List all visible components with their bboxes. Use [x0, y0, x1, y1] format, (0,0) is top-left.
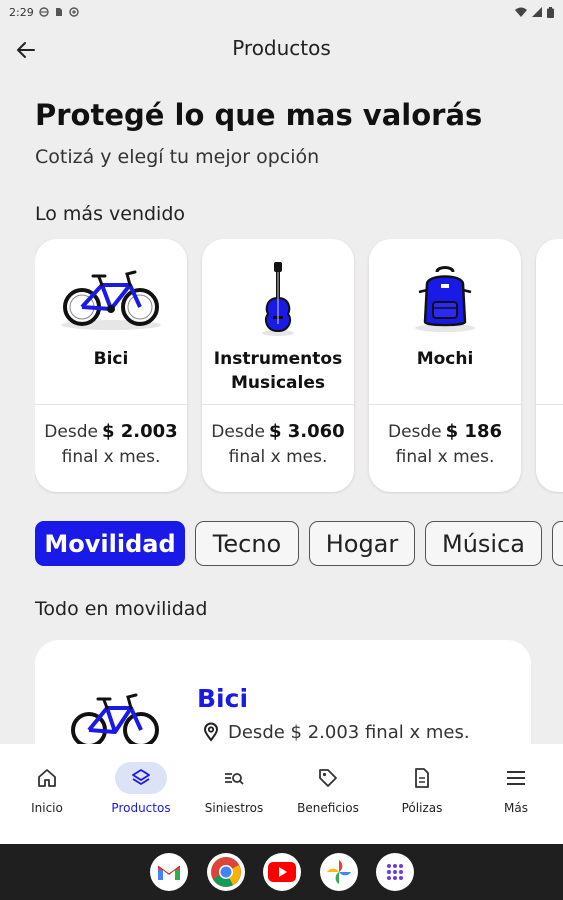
product-card-name: Mochi: [416, 349, 474, 369]
product-card-period: final x mes.: [228, 447, 328, 467]
chip-musica[interactable]: Música: [425, 521, 542, 566]
product-card-name: Bici: [93, 349, 129, 369]
product-card-instrumentos[interactable]: Instrumentos Musicales Desde $ 3.060 fina…: [202, 239, 354, 492]
chip-movilidad[interactable]: Movilidad: [35, 521, 185, 566]
chip-tecno[interactable]: Tecno: [195, 521, 299, 566]
status-time: 2:29: [9, 5, 34, 19]
product-card-price: Desde $ 2.003: [44, 421, 178, 442]
best-sellers-carousel[interactable]: Bici Desde $ 2.003 final x mes. Instrumen…: [35, 239, 563, 494]
vpn-icon: [69, 7, 79, 17]
card-divider: [536, 404, 563, 405]
location-pin-icon: [203, 722, 219, 742]
chrome-icon[interactable]: [207, 853, 245, 891]
list-item-price: Desde $ 2.003 final x mes.: [228, 722, 470, 743]
search-list-icon: [225, 773, 244, 785]
nav-item-label: Pólizas: [401, 801, 443, 815]
nav-item-label: Siniestros: [204, 801, 264, 815]
best-sellers-title: Lo más vendido: [35, 203, 186, 225]
photos-icon[interactable]: [320, 853, 358, 891]
product-card-name: Instrumentos Musicales: [213, 349, 343, 393]
list-item-name: Bici: [197, 684, 249, 713]
guitar-icon: [262, 262, 294, 336]
product-card-period: final x mes.: [61, 447, 161, 467]
tag-icon: [319, 769, 337, 787]
card-divider: [369, 404, 521, 405]
nav-item-label: Más: [504, 801, 528, 815]
sync-icon: [39, 7, 49, 17]
product-card-price: Desde $ 3.060: [211, 421, 345, 442]
nav-item-label: Productos: [111, 801, 171, 815]
wifi-icon: [515, 7, 527, 17]
nav-item-mas[interactable]: Más: [472, 762, 560, 822]
app-drawer-icon[interactable]: [376, 853, 414, 891]
nav-item-inicio[interactable]: Inicio: [3, 762, 91, 822]
nav-item-label: Beneficios: [297, 801, 359, 815]
card-divider: [202, 404, 354, 405]
menu-icon: [507, 771, 525, 785]
nav-item-siniestros[interactable]: Siniestros: [190, 762, 278, 822]
card-divider: [35, 404, 187, 405]
system-dock: [0, 844, 563, 900]
category-chips: Movilidad Tecno Hogar Música: [35, 521, 563, 567]
page-title: Productos: [232, 36, 331, 60]
bottom-navigation: Inicio Productos Siniestros Beneficios P…: [0, 744, 563, 844]
bicycle-icon: [61, 270, 161, 330]
signal-icon: [532, 7, 542, 17]
document-icon: [415, 768, 429, 788]
youtube-icon[interactable]: [263, 853, 301, 891]
chip-partial[interactable]: [552, 521, 563, 566]
hero-title: Protegé lo que mas valorás: [35, 98, 483, 132]
gmail-icon[interactable]: [150, 853, 188, 891]
app-bar: Productos: [0, 24, 563, 76]
mobility-section-title: Todo en movilidad: [35, 598, 208, 620]
home-icon: [38, 769, 56, 787]
nav-item-productos[interactable]: Productos: [97, 762, 185, 822]
nav-item-polizas[interactable]: Pólizas: [378, 762, 466, 822]
product-card-bici[interactable]: Bici Desde $ 2.003 final x mes.: [35, 239, 187, 492]
nav-item-label: Inicio: [31, 801, 63, 815]
nav-item-beneficios[interactable]: Beneficios: [284, 762, 372, 822]
sim-card-icon: [55, 8, 62, 16]
product-card-mochi[interactable]: Mochi Desde $ 186 final x mes.: [369, 239, 521, 492]
product-card-price: Desde $ 186: [387, 421, 503, 442]
layers-icon: [132, 769, 150, 785]
product-card-partial[interactable]: [536, 239, 563, 492]
battery-icon: [547, 6, 554, 18]
status-bar: 2:29: [0, 0, 563, 24]
chip-hogar[interactable]: Hogar: [309, 521, 415, 566]
product-card-period: final x mes.: [395, 447, 495, 467]
hero-subtitle: Cotizá y elegí tu mejor opción: [35, 146, 320, 168]
bicycle-icon: [71, 693, 159, 748]
backpack-icon: [415, 266, 475, 332]
